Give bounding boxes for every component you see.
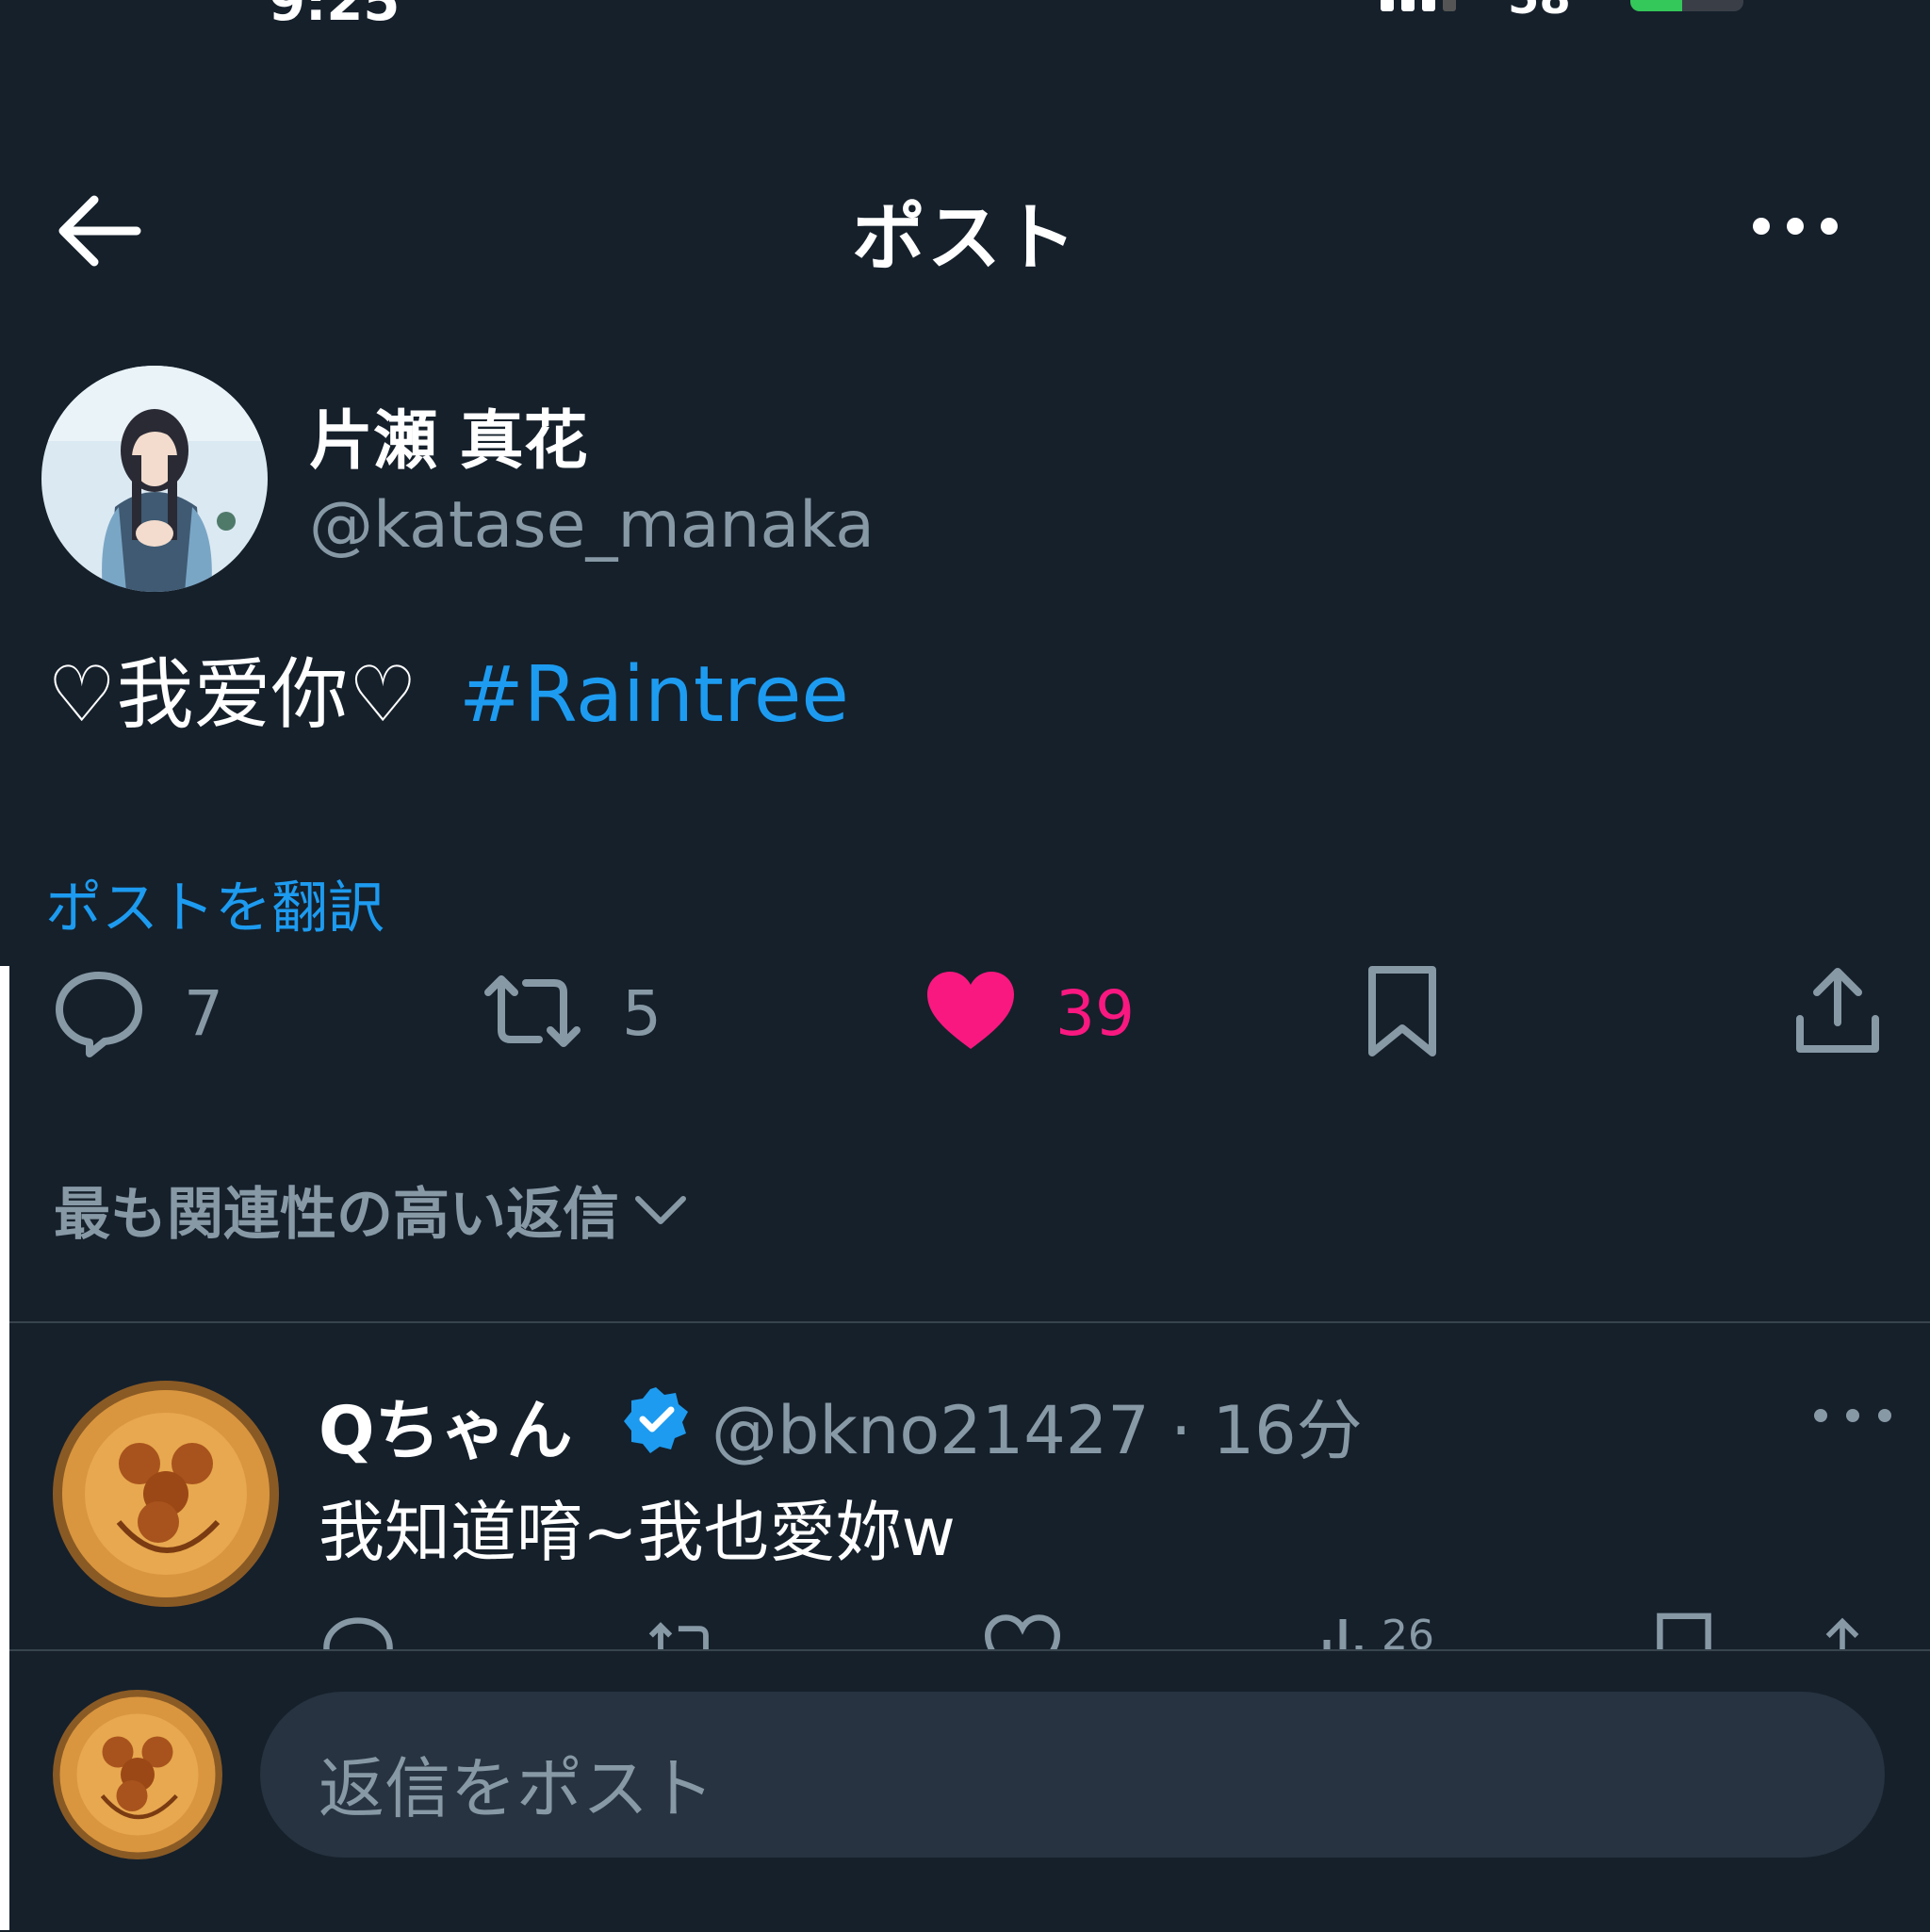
reply-comment-icon[interactable]	[320, 1612, 396, 1649]
author-handle[interactable]: @katase_manaka	[309, 488, 875, 563]
bookmark-button[interactable]	[1365, 961, 1440, 1065]
status-time: 9:25	[269, 0, 401, 33]
reply-sort-dropdown[interactable]: 最も関連性の高い返信	[54, 1169, 689, 1251]
reply-more-options-icon[interactable]	[1805, 1397, 1908, 1434]
reply-author-avatar[interactable]	[53, 1381, 279, 1607]
reply-icon	[52, 964, 146, 1062]
reply-views[interactable]: 26	[1319, 1612, 1434, 1649]
author-avatar[interactable]	[41, 366, 268, 592]
reply-author-handle-time: @bkno21427 · 16分	[711, 1392, 1363, 1469]
post-text: ♡我爱你♡ #Raintree	[47, 631, 849, 744]
page-title: ポスト	[851, 196, 1078, 281]
author-display-name[interactable]: 片瀬 真花	[309, 388, 588, 482]
more-options-icon[interactable]	[1743, 207, 1847, 245]
current-user-avatar[interactable]	[53, 1690, 222, 1859]
chevron-down-icon	[632, 1177, 689, 1243]
views-chart-icon	[1323, 1619, 1363, 1649]
reply-bookmark-icon[interactable]	[1654, 1612, 1714, 1649]
hashtag-link[interactable]: #Raintree	[459, 650, 849, 740]
translate-post-link[interactable]: ポストを翻訳	[45, 862, 384, 944]
like-button[interactable]: 39	[924, 961, 1135, 1065]
cellular-signal-icon	[1381, 0, 1456, 11]
reply-button[interactable]: 7	[52, 961, 223, 1065]
reply-count: 7	[184, 976, 223, 1050]
reply-author-name[interactable]: Qちゃん	[319, 1378, 573, 1473]
reply-repost-icon[interactable]	[646, 1612, 721, 1649]
verified-badge-icon	[620, 1384, 692, 1455]
heart-filled-icon	[924, 964, 1018, 1062]
bookmark-icon	[1365, 964, 1440, 1062]
battery-icon	[1630, 0, 1743, 11]
post-body: ♡我爱你♡	[47, 650, 418, 740]
reply-heart-icon[interactable]	[984, 1612, 1061, 1649]
reply-share-icon[interactable]	[1809, 1612, 1875, 1649]
repost-button[interactable]: 5	[481, 961, 662, 1065]
repost-icon	[481, 964, 584, 1062]
battery-percentage: 58	[1508, 0, 1571, 25]
reply-sort-label: 最も関連性の高い返信	[54, 1182, 619, 1248]
share-button[interactable]	[1791, 961, 1885, 1065]
share-icon	[1791, 964, 1885, 1062]
edge-strip	[0, 966, 9, 1930]
divider	[9, 1321, 1930, 1323]
reply-views-count: 26	[1382, 1612, 1434, 1649]
reply-input-placeholder: 返信をポスト	[319, 1750, 714, 1827]
like-count: 39	[1055, 976, 1135, 1050]
repost-count: 5	[622, 976, 662, 1050]
reply-action-row: 26	[0, 1602, 1930, 1649]
reply-text: 我知道唷~我也愛妳w	[319, 1494, 956, 1571]
